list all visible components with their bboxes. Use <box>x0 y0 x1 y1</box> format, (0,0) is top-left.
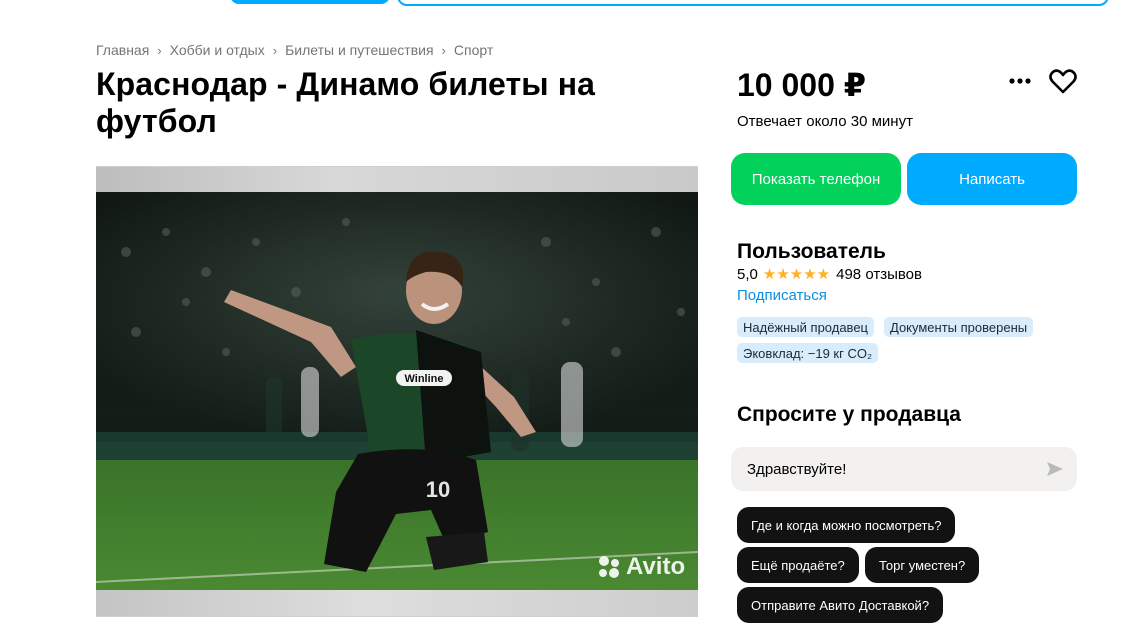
star-icon: ★ <box>789 266 804 283</box>
star-icon: ★ <box>816 266 831 283</box>
rating-value: 5,0 <box>737 266 758 283</box>
gallery-blur-bottom <box>96 590 698 616</box>
quick-question-chip[interactable]: Отправите Авито Доставкой? <box>737 587 944 623</box>
rating-stars: ★ ★ ★ ★ ★ <box>763 267 830 282</box>
message-box <box>731 447 1077 491</box>
top-search-button[interactable] <box>230 0 390 4</box>
star-icon: ★ <box>762 266 777 283</box>
top-search-input[interactable] <box>397 0 1109 6</box>
star-icon: ★ <box>803 266 817 283</box>
badge-documents-verified: Документы проверены <box>884 317 1034 337</box>
reviews-count[interactable]: 498 отзывов <box>836 266 922 283</box>
heart-icon[interactable] <box>1048 67 1078 95</box>
breadcrumb: Главная › Хобби и отдых › Билеты и путеш… <box>96 42 493 58</box>
write-message-button[interactable]: Написать <box>907 153 1077 205</box>
avito-logo-icon <box>599 556 619 578</box>
chevron-right-icon: › <box>157 42 162 58</box>
breadcrumb-tickets[interactable]: Билеты и путешествия <box>285 42 433 58</box>
response-time: Отвечает около 30 минут <box>737 113 913 130</box>
more-dots-icon[interactable] <box>1006 70 1034 92</box>
quick-question-chip[interactable]: Где и когда можно посмотреть? <box>737 507 956 543</box>
message-input[interactable] <box>747 460 1027 478</box>
breadcrumb-home[interactable]: Главная <box>96 42 149 58</box>
seller-name[interactable]: Пользователь <box>737 240 886 264</box>
star-icon: ★ <box>776 266 790 283</box>
send-icon[interactable] <box>1045 459 1065 479</box>
breadcrumb-sport[interactable]: Спорт <box>454 42 493 58</box>
chevron-right-icon: › <box>441 42 446 58</box>
badge-reliable-seller: Надёжный продавец <box>737 317 874 337</box>
quick-question-chip[interactable]: Торг уместен? <box>865 547 980 583</box>
subscribe-link[interactable]: Подписаться <box>737 287 827 304</box>
show-phone-button[interactable]: Показать телефон <box>731 153 901 205</box>
breadcrumb-hobby[interactable]: Хобби и отдых <box>170 42 265 58</box>
price: 10 000 ₽ <box>737 67 867 103</box>
listing-photo[interactable]: Winline 10 <box>96 192 698 592</box>
page-title: Краснодар - Динамо билеты на футбол <box>96 66 596 139</box>
seller-rating[interactable]: 5,0 ★ ★ ★ ★ ★ 498 отзывов <box>737 266 922 283</box>
image-gallery[interactable]: Winline 10 Avito <box>96 166 698 617</box>
watermark-text: Avito <box>626 553 686 580</box>
badge-eco-contribution: Эковклад: −19 кг CO₂ <box>737 343 879 363</box>
chevron-right-icon: › <box>272 42 278 58</box>
ask-seller-title: Спросите у продавца <box>737 403 961 426</box>
avito-watermark: Avito <box>596 553 685 581</box>
gallery-blur-top <box>96 167 698 192</box>
quick-question-chip[interactable]: Ещё продаёте? <box>737 547 859 583</box>
